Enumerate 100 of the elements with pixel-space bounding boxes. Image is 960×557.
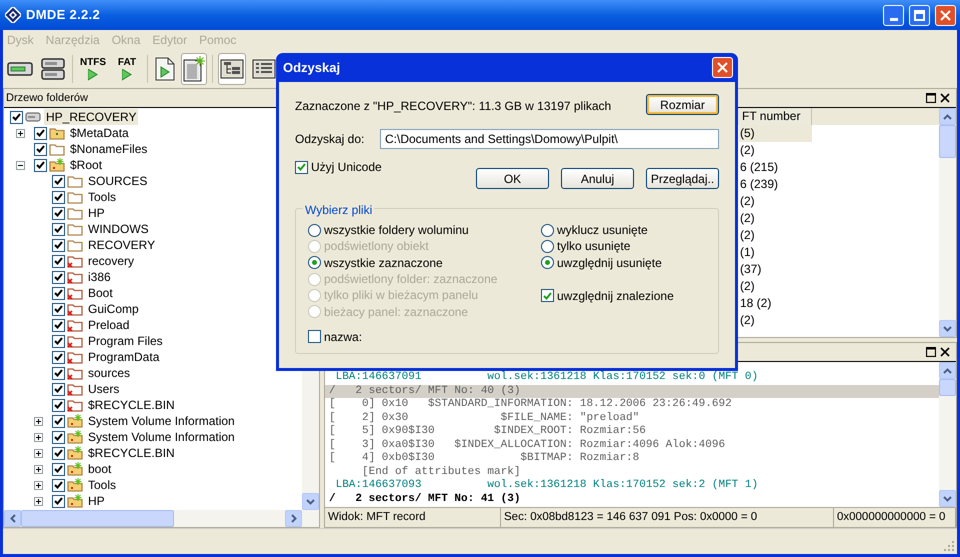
checkbox[interactable] <box>52 350 65 364</box>
checkbox[interactable] <box>52 414 65 428</box>
tree-item[interactable]: SOURCES <box>86 173 150 189</box>
tree-item[interactable]: $RECYCLE.BIN <box>86 445 177 461</box>
tree-item[interactable]: $RECYCLE.BIN <box>86 397 177 413</box>
checkbox[interactable] <box>295 160 308 174</box>
checkbox[interactable] <box>52 174 65 188</box>
scroll-up-button[interactable] <box>939 108 956 125</box>
expand-button[interactable] <box>16 128 25 138</box>
tree-item[interactable]: sources <box>86 365 132 381</box>
checkbox[interactable] <box>52 382 65 396</box>
expand-button[interactable] <box>34 432 43 442</box>
checkbox[interactable] <box>52 302 65 316</box>
dialog-button[interactable]: Anuluj <box>561 168 634 189</box>
checkbox[interactable] <box>52 238 65 252</box>
checkbox[interactable] <box>52 478 65 492</box>
tree-item[interactable]: Tools <box>86 477 118 493</box>
tree-item[interactable]: HP <box>86 493 107 509</box>
tree-item[interactable]: i386 <box>86 269 113 285</box>
scroll-down-button[interactable] <box>939 320 956 337</box>
scrollbar-thumb[interactable] <box>939 379 956 396</box>
table-cell[interactable]: 6 (215) <box>739 159 812 176</box>
dialog-button[interactable]: OK <box>476 168 549 189</box>
table-cell[interactable]: (2) <box>739 193 812 210</box>
checkbox[interactable] <box>52 206 65 220</box>
checkbox[interactable] <box>52 366 65 380</box>
maximize-icon[interactable] <box>926 347 936 357</box>
tree-item[interactable]: System Volume Information <box>86 429 237 445</box>
tree-item[interactable]: $MetaData <box>68 125 131 141</box>
checkbox[interactable] <box>52 334 65 348</box>
radio-button[interactable] <box>308 224 321 237</box>
checkbox[interactable] <box>52 318 65 332</box>
collapse-button[interactable] <box>16 160 25 170</box>
checkbox[interactable] <box>52 398 65 412</box>
checkbox[interactable] <box>52 446 65 460</box>
scrollbar-thumb[interactable] <box>939 125 956 158</box>
maximize-icon[interactable] <box>926 93 936 103</box>
table-cell[interactable]: (2) <box>739 227 812 244</box>
scroll-left-button[interactable] <box>4 510 21 527</box>
checkbox[interactable] <box>52 222 65 236</box>
checkbox[interactable] <box>10 110 23 124</box>
table-cell[interactable]: (37) <box>739 261 812 278</box>
radio-button[interactable] <box>308 256 321 270</box>
dialog-button[interactable]: Przeglądaj.. <box>646 168 719 189</box>
tree-item[interactable]: HP <box>86 205 107 221</box>
tree-item[interactable]: Preload <box>86 317 132 333</box>
tree-item[interactable]: ProgramData <box>86 349 162 365</box>
maximize-button[interactable] <box>909 4 930 26</box>
checkbox[interactable] <box>34 158 47 172</box>
tree-item[interactable]: System Volume Information <box>86 413 237 429</box>
table-cell[interactable]: 6 (239) <box>739 176 812 193</box>
expand-button[interactable] <box>34 416 43 426</box>
checkbox[interactable] <box>52 254 65 268</box>
expand-button[interactable] <box>34 496 43 506</box>
toolbar-button[interactable] <box>181 52 207 84</box>
close-button[interactable] <box>935 4 956 26</box>
checkbox[interactable] <box>52 430 65 444</box>
table-cell[interactable]: (2) <box>739 142 812 159</box>
toolbar-button[interactable] <box>218 52 246 84</box>
scroll-down-button[interactable] <box>939 490 956 507</box>
tree-item[interactable]: WINDOWS <box>86 221 151 237</box>
table-cell[interactable]: (2) <box>739 210 812 227</box>
table-cell[interactable]: (5) <box>739 125 812 142</box>
close-icon[interactable] <box>940 93 950 103</box>
tree-item[interactable]: GuiComp <box>86 301 141 317</box>
tree-item[interactable]: $NonameFiles <box>68 141 150 157</box>
minimize-button[interactable] <box>883 4 904 26</box>
checkbox[interactable] <box>34 126 47 140</box>
tree-item[interactable]: Program Files <box>86 333 165 349</box>
tree-item[interactable]: HP_RECOVERY <box>44 109 138 125</box>
table-cell[interactable]: (2) <box>739 312 812 329</box>
close-button[interactable] <box>712 57 733 78</box>
table-cell[interactable]: (1) <box>739 244 812 261</box>
expand-button[interactable] <box>34 448 43 458</box>
toolbar-button[interactable]: NTFS <box>78 52 108 84</box>
checkbox[interactable] <box>52 286 65 300</box>
checkbox[interactable] <box>52 190 65 204</box>
scroll-up-button[interactable] <box>939 362 956 379</box>
scrollbar-thumb[interactable] <box>21 510 174 527</box>
toolbar-button[interactable]: FAT <box>112 52 142 84</box>
table-cell[interactable]: (2) <box>739 278 812 295</box>
tree-item[interactable]: Tools <box>86 189 118 205</box>
scroll-right-button[interactable] <box>285 510 302 527</box>
checkbox[interactable] <box>52 494 65 508</box>
tree-item[interactable]: $Root <box>68 157 104 173</box>
tree-item[interactable]: boot <box>86 461 114 477</box>
tree-item[interactable]: RECOVERY <box>86 237 158 253</box>
checkbox[interactable] <box>52 462 65 476</box>
radio-button[interactable] <box>541 224 554 237</box>
checkbox[interactable] <box>308 330 321 344</box>
tree-item[interactable]: Boot <box>86 285 115 301</box>
tree-item[interactable]: Users <box>86 381 122 397</box>
checkbox[interactable] <box>541 289 554 302</box>
size-button[interactable]: Rozmiar <box>646 94 719 115</box>
checkbox[interactable] <box>34 142 47 156</box>
scroll-down-button[interactable] <box>302 493 319 510</box>
table-cell[interactable]: 18 (2) <box>739 295 812 312</box>
expand-button[interactable] <box>34 464 43 474</box>
radio-button[interactable] <box>541 256 554 270</box>
expand-button[interactable] <box>34 480 43 490</box>
